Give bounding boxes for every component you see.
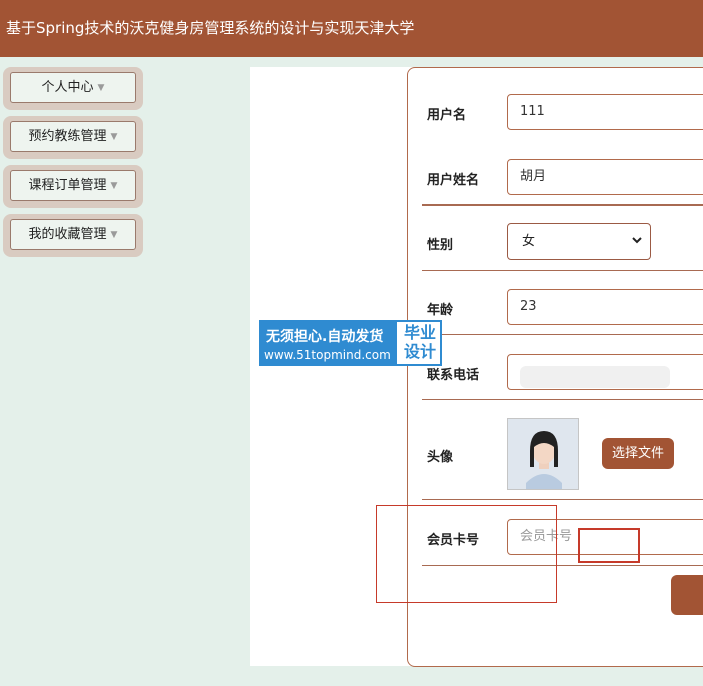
age-label: 年龄 [427, 303, 454, 318]
sidebar-button-personal-center[interactable]: 个人中心 ▼ [10, 72, 136, 103]
sidebar-item-label: 个人中心 [41, 80, 94, 95]
caret-down-icon: ▼ [110, 230, 118, 240]
sidebar: 个人中心 ▼ 预约教练管理 ▼ 课程订单管理 ▼ 我的收藏管理 ▼ [3, 67, 143, 263]
realname-input[interactable]: 胡月 [507, 159, 703, 195]
username-label: 用户名 [427, 108, 467, 123]
sidebar-item-personal-center: 个人中心 ▼ [3, 67, 143, 110]
realname-label: 用户姓名 [427, 173, 480, 188]
annotation-box [376, 505, 557, 603]
gender-select-value: 女 [522, 234, 536, 249]
gender-select[interactable]: 女 [507, 223, 651, 260]
gender-label: 性别 [427, 238, 454, 253]
annotation-box [578, 528, 640, 563]
page-title: 基于Spring技术的沃克健身房管理系统的设计与实现天津大学 [6, 19, 415, 37]
watermark-badge: 无须担心.自动发货 www.51topmind.com 毕业设计 [259, 320, 442, 366]
sidebar-item-coach-booking: 预约教练管理 ▼ [3, 116, 143, 159]
sidebar-item-label: 预约教练管理 [28, 129, 107, 144]
username-input[interactable]: 111 [507, 94, 703, 130]
sidebar-item-favorites: 我的收藏管理 ▼ [3, 214, 143, 257]
person-portrait-icon [508, 419, 578, 489]
phone-label: 联系电话 [427, 368, 480, 383]
caret-down-icon: ▼ [110, 132, 118, 142]
app-header: 基于Spring技术的沃克健身房管理系统的设计与实现天津大学 [0, 0, 703, 57]
sidebar-item-label: 我的收藏管理 [28, 227, 107, 242]
sidebar-button-favorites[interactable]: 我的收藏管理 ▼ [10, 219, 136, 250]
avatar-label: 头像 [427, 450, 454, 465]
watermark-url: www.51topmind.com [264, 348, 391, 362]
choose-file-button[interactable]: 选择文件 [602, 438, 674, 469]
watermark-right-text: 毕业设计 [403, 323, 436, 361]
chevron-down-icon [632, 237, 642, 244]
watermark-line1: 无须担心.自动发货 [266, 329, 384, 345]
watermark-left: 无须担心.自动发货 www.51topmind.com [261, 322, 397, 364]
sidebar-item-course-orders: 课程订单管理 ▼ [3, 165, 143, 208]
avatar-image [507, 418, 579, 490]
submit-button[interactable] [671, 575, 703, 615]
sidebar-button-coach-booking[interactable]: 预约教练管理 ▼ [10, 121, 136, 152]
age-input[interactable]: 23 [507, 289, 703, 325]
sidebar-item-label: 课程订单管理 [28, 178, 107, 193]
caret-down-icon: ▼ [110, 181, 118, 191]
redacted-phone-number [520, 366, 670, 388]
caret-down-icon: ▼ [97, 83, 105, 93]
sidebar-button-course-orders[interactable]: 课程订单管理 ▼ [10, 170, 136, 201]
